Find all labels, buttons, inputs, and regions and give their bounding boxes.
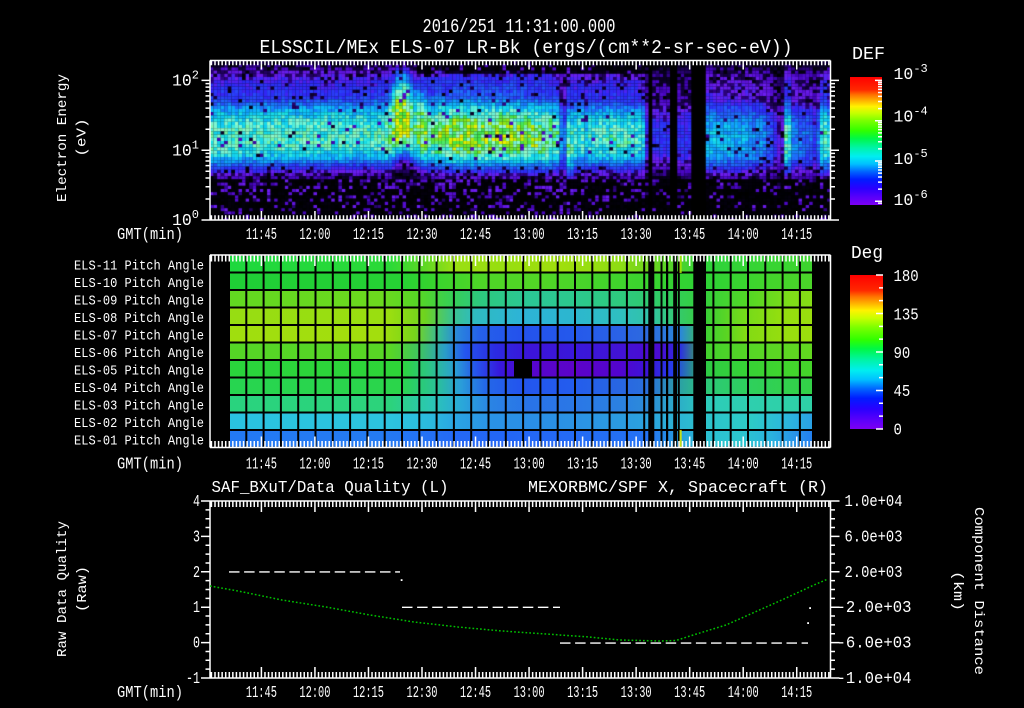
svg-text:Component Distance: Component Distance [970,507,986,675]
svg-text:13:00: 13:00 [514,225,545,244]
svg-text:ELS-10 Pitch Angle: ELS-10 Pitch Angle [74,276,204,292]
svg-text:-1: -1 [186,669,200,688]
svg-text:102: 102 [172,69,199,91]
svg-text:14:15: 14:15 [781,225,812,244]
svg-text:ELSSCIL/MEx ELS-07 LR-Bk (erg: ELSSCIL/MEx ELS-07 LR-Bk (ergs/(cm**2-sr… [260,37,793,59]
svg-text:ELS-08 Pitch Angle: ELS-08 Pitch Angle [74,311,204,327]
svg-text:ELS-06 Pitch Angle: ELS-06 Pitch Angle [74,346,204,362]
svg-text:Electron Energy: Electron Energy [55,74,71,202]
svg-text:4: 4 [193,492,200,511]
svg-text:2: 2 [193,563,200,582]
svg-text:13:00: 13:00 [514,455,545,474]
svg-text:6.0e+03: 6.0e+03 [845,527,903,546]
svg-text:13:30: 13:30 [621,225,652,244]
svg-text:13:15: 13:15 [567,683,598,702]
svg-text:12:45: 12:45 [460,683,491,702]
svg-text:ELS-07 Pitch Angle: ELS-07 Pitch Angle [74,329,204,345]
svg-text:12:45: 12:45 [460,455,491,474]
svg-text:13:45: 13:45 [674,455,705,474]
svg-text:0: 0 [894,421,902,440]
svg-text:12:00: 12:00 [299,225,330,244]
svg-text:MEXORBMC/SPF X, Spacecraft (R): MEXORBMC/SPF X, Spacecraft (R) [528,478,828,497]
svg-text:GMT(min): GMT(min) [117,455,183,474]
svg-text:100: 100 [172,208,199,230]
svg-text:12:30: 12:30 [407,225,438,244]
svg-text:14:00: 14:00 [728,455,759,474]
svg-text:2016/251 11:31:00.000: 2016/251 11:31:00.000 [423,16,616,38]
svg-text:-6.0e+03: -6.0e+03 [837,634,912,653]
svg-text:3: 3 [193,527,200,546]
svg-text:ELS-02 Pitch Angle: ELS-02 Pitch Angle [74,416,204,432]
svg-text:13:15: 13:15 [567,455,598,474]
svg-text:(eV): (eV) [75,119,91,157]
svg-text:11:45: 11:45 [246,455,277,474]
svg-text:13:00: 13:00 [514,683,545,702]
svg-text:10-5: 10-5 [894,147,928,169]
svg-text:(km): (km) [949,571,965,611]
svg-text:14:00: 14:00 [728,683,759,702]
svg-text:-1.0e+04: -1.0e+04 [837,669,912,688]
svg-text:101: 101 [172,138,199,160]
svg-text:180: 180 [894,267,919,286]
svg-text:14:15: 14:15 [781,455,812,474]
svg-text:14:15: 14:15 [781,683,812,702]
svg-text:10-3: 10-3 [894,62,928,84]
svg-text:ELS-04 Pitch Angle: ELS-04 Pitch Angle [74,381,204,397]
svg-text:10-6: 10-6 [894,188,928,210]
svg-text:12:45: 12:45 [460,225,491,244]
svg-text:13:45: 13:45 [674,683,705,702]
svg-text:GMT(min): GMT(min) [117,683,183,702]
svg-text:-2.0e+03: -2.0e+03 [837,598,912,617]
svg-text:14:00: 14:00 [728,225,759,244]
svg-text:SAF_BXuT/Data Quality (L): SAF_BXuT/Data Quality (L) [212,478,449,497]
svg-text:12:30: 12:30 [407,455,438,474]
svg-text:2.0e+03: 2.0e+03 [845,563,903,582]
svg-text:ELS-05 Pitch Angle: ELS-05 Pitch Angle [74,364,204,380]
svg-text:(Raw): (Raw) [75,566,91,612]
svg-text:0: 0 [193,634,200,653]
svg-text:12:15: 12:15 [353,683,384,702]
svg-text:13:30: 13:30 [621,683,652,702]
svg-text:12:00: 12:00 [299,683,330,702]
svg-text:13:30: 13:30 [621,455,652,474]
svg-text:Deg: Deg [851,244,883,264]
svg-text:12:15: 12:15 [353,455,384,474]
svg-text:12:30: 12:30 [407,683,438,702]
svg-text:13:15: 13:15 [567,225,598,244]
svg-text:135: 135 [894,305,919,324]
svg-text:45: 45 [894,382,911,401]
svg-text:1.0e+04: 1.0e+04 [845,492,903,511]
svg-text:90: 90 [894,344,911,363]
svg-text:DEF: DEF [852,45,885,65]
svg-text:11:45: 11:45 [246,683,277,702]
svg-text:12:00: 12:00 [299,455,330,474]
svg-text:ELS-01 Pitch Angle: ELS-01 Pitch Angle [74,434,204,450]
svg-text:ELS-09 Pitch Angle: ELS-09 Pitch Angle [74,294,204,310]
svg-text:10-4: 10-4 [894,105,928,127]
svg-text:1: 1 [193,598,200,617]
svg-text:Raw Data Quality: Raw Data Quality [55,521,71,657]
svg-text:ELS-03 Pitch Angle: ELS-03 Pitch Angle [74,399,204,415]
svg-text:12:15: 12:15 [353,225,384,244]
svg-text:ELS-11 Pitch Angle: ELS-11 Pitch Angle [74,259,204,275]
svg-text:13:45: 13:45 [674,225,705,244]
svg-text:11:45: 11:45 [246,225,277,244]
